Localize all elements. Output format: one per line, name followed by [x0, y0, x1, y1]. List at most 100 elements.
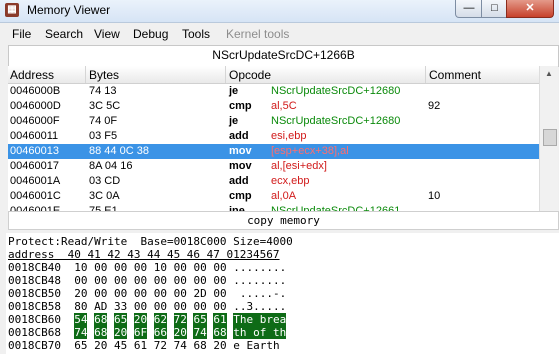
hex-byte[interactable]: 74	[193, 326, 207, 339]
menu-tools[interactable]: Tools	[182, 27, 210, 41]
hex-byte[interactable]: 00	[213, 287, 226, 300]
hex-byte[interactable]: 20	[133, 313, 148, 326]
hex-byte[interactable]: 00	[174, 287, 187, 300]
hex-byte[interactable]: 00	[114, 261, 127, 274]
column-header-bytes[interactable]: Bytes	[89, 68, 119, 82]
hex-view[interactable]: Protect:Read/Write Base=0018C000 Size=40…	[6, 233, 559, 354]
disasm-row[interactable]: 0046000B 74 13 je NScrUpdateSrcDC+12680	[8, 84, 539, 99]
hex-byte[interactable]: 10	[154, 261, 167, 274]
hex-row[interactable]: 0018CB70 65 20 45 61 72 74 68 20 e Earth	[8, 339, 286, 352]
hex-row[interactable]: 0018CB60 54 68 65 20 62 72 65 61 The bre…	[8, 313, 287, 326]
hex-byte[interactable]: 00	[114, 287, 127, 300]
scroll-up-arrow-icon[interactable]: ▲	[540, 66, 558, 81]
hex-byte[interactable]: 68	[94, 326, 108, 339]
hex-byte[interactable]: 20	[213, 339, 226, 352]
hex-row[interactable]: 0018CB68 74 68 20 6F 66 20 74 68 th of t…	[8, 326, 287, 339]
hex-byte[interactable]: 68	[213, 326, 227, 339]
hex-byte[interactable]: 65	[113, 313, 128, 326]
hex-row[interactable]: 0018CB40 10 00 00 00 10 00 00 00 .......…	[8, 261, 286, 274]
hex-ascii[interactable]: .....-.	[233, 287, 286, 300]
disasm-row[interactable]: 00460013 88 44 0C 38 mov [esp+ecx+38],al	[8, 144, 539, 159]
hex-byte[interactable]: 00	[174, 261, 187, 274]
copy-memory-button[interactable]: copy memory	[8, 211, 559, 230]
column-divider[interactable]	[85, 66, 86, 83]
hex-byte[interactable]: 00	[213, 274, 226, 287]
hex-byte[interactable]: 74	[174, 339, 187, 352]
disasm-row[interactable]: 00460017 8A 04 16 mov al,[esi+edx]	[8, 159, 539, 174]
column-header-comment[interactable]: Comment	[429, 68, 481, 82]
disassembler-view[interactable]: Address Bytes Opcode Comment 0046000B 74 …	[8, 66, 539, 216]
hex-ascii[interactable]: ..3.....	[233, 300, 286, 313]
hex-byte[interactable]: 2D	[193, 287, 206, 300]
hex-byte[interactable]: 00	[213, 261, 226, 274]
disasm-row[interactable]: 0046000D 3C 5C cmp al,5C 92	[8, 99, 539, 114]
hex-byte[interactable]: 00	[154, 274, 167, 287]
hex-byte[interactable]: 61	[213, 313, 227, 326]
hex-byte[interactable]: 00	[193, 274, 206, 287]
column-header-address[interactable]: Address	[10, 68, 54, 82]
hex-byte[interactable]: 00	[94, 287, 107, 300]
hex-byte[interactable]: 68	[94, 313, 108, 326]
hex-byte[interactable]: 00	[174, 300, 187, 313]
scroll-thumb[interactable]	[543, 129, 557, 146]
hex-byte[interactable]: AD	[94, 300, 107, 313]
hex-byte[interactable]: 45	[114, 339, 127, 352]
disasm-row[interactable]: 0046001A 03 CD add ecx,ebp	[8, 174, 539, 189]
hex-byte[interactable]: 20	[173, 326, 187, 339]
hex-byte[interactable]: 65	[193, 313, 207, 326]
column-divider[interactable]	[425, 66, 426, 83]
hex-ascii[interactable]: The brea	[233, 313, 287, 326]
hex-byte[interactable]: 00	[134, 261, 147, 274]
hex-byte[interactable]: 00	[94, 261, 107, 274]
menu-search[interactable]: Search	[45, 27, 83, 41]
hex-byte[interactable]: 00	[94, 274, 107, 287]
hex-byte[interactable]: 20	[74, 287, 87, 300]
hex-byte[interactable]: 65	[74, 339, 87, 352]
hex-row[interactable]: 0018CB50 20 00 00 00 00 00 2D 00 .....-.	[8, 287, 286, 300]
minimize-button[interactable]: —	[455, 0, 483, 18]
menu-debug[interactable]: Debug	[133, 27, 168, 41]
disasm-row[interactable]: 00460011 03 F5 add esi,ebp	[8, 129, 539, 144]
hex-byte[interactable]: 20	[113, 326, 128, 339]
menu-file[interactable]: File	[12, 27, 31, 41]
hex-byte[interactable]: 00	[193, 300, 206, 313]
disasm-row[interactable]: 0046001C 3C 0A cmp al,0A 10	[8, 189, 539, 204]
hex-byte[interactable]: 72	[173, 313, 187, 326]
disasm-scrollbar[interactable]: ▲	[539, 66, 558, 216]
hex-byte[interactable]: 68	[193, 339, 206, 352]
hex-ascii[interactable]: ........	[233, 274, 286, 287]
menu-view[interactable]: View	[94, 27, 120, 41]
close-button[interactable]: ✕	[506, 0, 554, 18]
hex-row[interactable]: 0018CB48 00 00 00 00 00 00 00 00 .......…	[8, 274, 286, 287]
hex-byte[interactable]: 33	[114, 300, 127, 313]
hex-byte[interactable]: 00	[114, 274, 127, 287]
hex-byte[interactable]: 80	[74, 300, 87, 313]
hex-ascii[interactable]: ........	[233, 261, 286, 274]
hex-byte[interactable]: 00	[134, 274, 147, 287]
hex-byte[interactable]: 00	[134, 300, 147, 313]
maximize-button[interactable]: □	[481, 0, 508, 18]
hex-ascii[interactable]: th of th	[233, 326, 287, 339]
disasm-location-label[interactable]: NScrUpdateSrcDC+1266B	[8, 45, 559, 67]
hex-ascii[interactable]: e Earth	[233, 339, 286, 352]
column-header-opcode[interactable]: Opcode	[229, 68, 271, 82]
hex-byte[interactable]: 61	[134, 339, 147, 352]
hex-byte[interactable]: 00	[213, 300, 226, 313]
hex-byte[interactable]: 00	[154, 287, 167, 300]
disasm-row[interactable]: 0046000F 74 0F je NScrUpdateSrcDC+12680	[8, 114, 539, 129]
hex-byte[interactable]: 20	[94, 339, 107, 352]
hex-byte[interactable]: 10	[74, 261, 87, 274]
hex-byte[interactable]: 72	[154, 339, 167, 352]
hex-row[interactable]: 0018CB58 80 AD 33 00 00 00 00 00 ..3....…	[8, 300, 286, 313]
hex-byte[interactable]: 00	[193, 261, 206, 274]
hex-byte[interactable]: 00	[154, 300, 167, 313]
hex-byte[interactable]: 54	[74, 313, 88, 326]
hex-byte[interactable]: 00	[74, 274, 87, 287]
hex-byte[interactable]: 00	[134, 287, 147, 300]
hex-byte[interactable]: 62	[153, 313, 167, 326]
hex-byte[interactable]: 66	[153, 326, 167, 339]
hex-byte[interactable]: 00	[174, 274, 187, 287]
hex-byte[interactable]: 6F	[133, 326, 148, 339]
hex-byte[interactable]: 74	[74, 326, 88, 339]
column-divider[interactable]	[225, 66, 226, 83]
